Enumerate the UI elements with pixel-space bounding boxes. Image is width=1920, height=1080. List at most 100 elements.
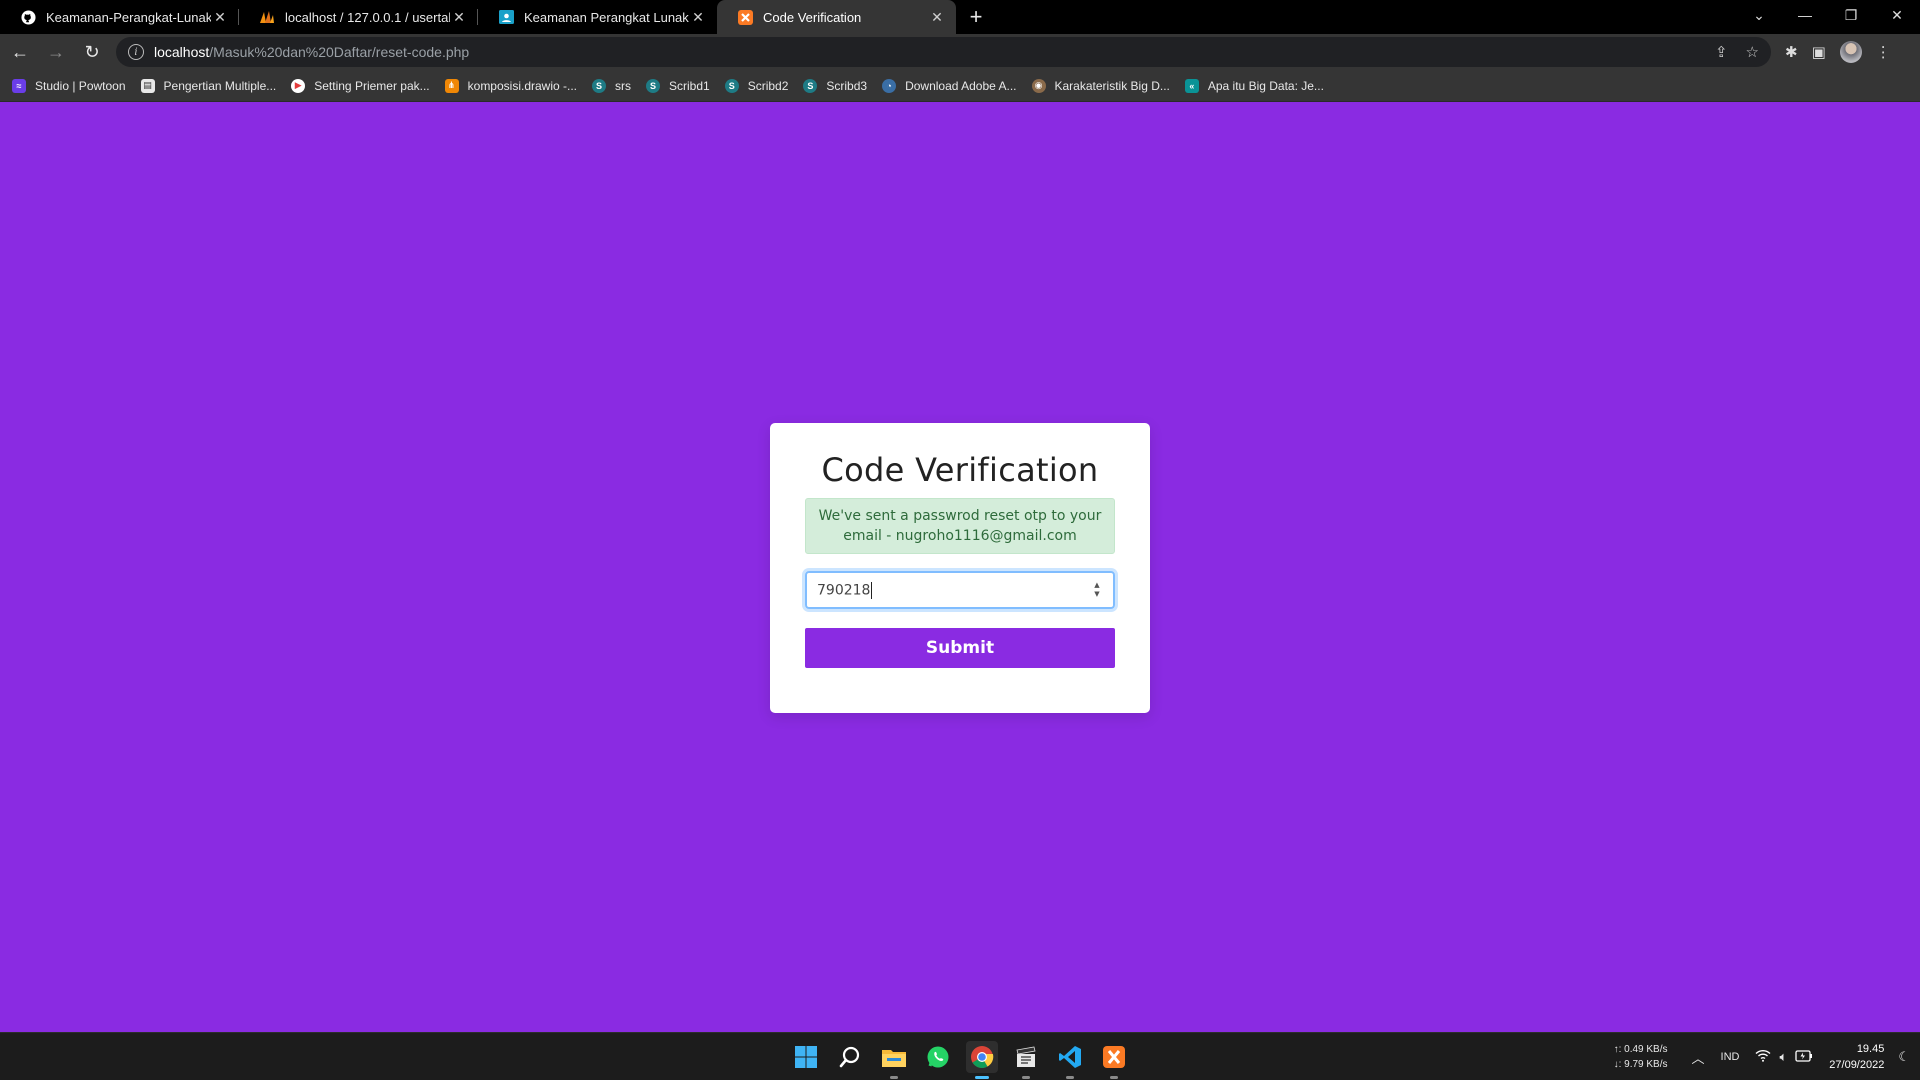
bookmark-label: Apa itu Big Data: Je... [1207, 78, 1324, 93]
clock[interactable]: 19.45 27/09/2022 [1829, 1041, 1884, 1073]
github-icon [20, 9, 36, 25]
scribd-icon: S [803, 78, 818, 93]
extensions-icon[interactable]: ✱ [1785, 43, 1798, 61]
share-icon[interactable]: ⇪ [1715, 43, 1728, 61]
number-spinner[interactable]: ▲ ▼ [1091, 579, 1103, 601]
bookmark-item[interactable]: Ssrs [592, 78, 632, 93]
bookmark-item[interactable]: S Scribd2 [724, 78, 789, 93]
bookmark-item[interactable]: ◔ Download Adobe A... [882, 78, 1017, 93]
bookmark-item[interactable]: ◉ Karakateristik Big D... [1031, 78, 1170, 93]
new-tab-button[interactable]: + [956, 0, 996, 34]
bookmark-item[interactable]: ▤ Pengertian Multiple... [140, 78, 277, 93]
windows-taskbar: ↑: 0.49 KB/s ↓: 9.79 KB/s ︿ IND 🔈︎ 19.45… [0, 1032, 1920, 1080]
classroom-icon [498, 9, 514, 25]
bookmark-label: Scribd3 [826, 78, 868, 93]
network-speed-meter: ↑: 0.49 KB/s ↓: 9.79 KB/s [1614, 1042, 1668, 1072]
bookmark-label: komposisi.drawio -... [467, 78, 578, 93]
bookmark-star-icon[interactable]: ☆ [1746, 43, 1759, 61]
clock-date: 27/09/2022 [1829, 1059, 1885, 1071]
page-title: Code Verification [821, 451, 1099, 489]
search-icon[interactable] [834, 1041, 866, 1073]
otp-code-value: 790218 [817, 582, 871, 598]
tab-title: Keamanan-Perangkat-Lunak/Tug [46, 9, 211, 25]
clock-time: 19.45 [1856, 1043, 1885, 1055]
bookmark-label: Setting Priemer pak... [314, 78, 430, 93]
back-icon[interactable]: ← [4, 36, 36, 68]
youtube-icon: ▶ [291, 78, 306, 93]
tab-classroom[interactable]: Keamanan Perangkat Lunak 2020 ✕ [478, 0, 717, 34]
language-indicator[interactable]: IND [1721, 1051, 1740, 1063]
tab-title: Keamanan Perangkat Lunak 2020 [524, 9, 689, 25]
forward-icon[interactable]: → [40, 36, 72, 68]
bookmark-label: srs [615, 78, 632, 93]
bookmarks-bar: ≈ Studio | Powtoon ▤ Pengertian Multiple..… [0, 70, 1920, 102]
bookmark-label: Pengertian Multiple... [163, 78, 277, 93]
restore-icon[interactable]: ❐ [1828, 0, 1874, 30]
tab-code-verification[interactable]: Code Verification ✕ [717, 0, 956, 34]
side-panel-icon[interactable]: ▣ [1812, 43, 1826, 61]
address-host: localhost [154, 44, 210, 60]
notification-moon-icon[interactable]: ☾ [1898, 1049, 1910, 1065]
bookmark-item[interactable]: S Scribd1 [646, 78, 710, 93]
wifi-icon[interactable] [1755, 1049, 1771, 1065]
minimize-icon[interactable]: — [1782, 0, 1828, 30]
page-icon: ▤ [140, 78, 155, 93]
tab-title: localhost / 127.0.0.1 / usertable | [285, 9, 450, 25]
battery-icon[interactable] [1795, 1049, 1813, 1065]
close-tab-icon[interactable]: ✕ [928, 9, 946, 26]
powtoon-icon: ≈ [12, 78, 26, 93]
site-info-icon[interactable]: i [128, 44, 144, 60]
xampp-icon[interactable] [1098, 1041, 1130, 1079]
phpmyadmin-icon [259, 9, 275, 25]
bookmark-label: Karakateristik Big D... [1054, 78, 1170, 93]
bookmark-item[interactable]: ⋔ komposisi.drawio -... [444, 78, 578, 93]
tab-search-icon[interactable]: ⌄ [1736, 0, 1782, 30]
bookmark-item[interactable]: « Apa itu Big Data: Je... [1184, 78, 1324, 93]
clapper-icon[interactable] [1010, 1041, 1042, 1079]
address-path: /Masuk%20dan%20Daftar/reset-code.php [209, 44, 470, 60]
spin-up-icon[interactable]: ▲ [1094, 581, 1099, 590]
volume-icon[interactable]: 🔈︎ [1779, 1049, 1787, 1065]
bookmark-item[interactable]: ▶ Setting Priemer pak... [291, 78, 430, 93]
bookmark-label: Scribd1 [669, 78, 710, 93]
scribd-icon: S [592, 78, 607, 93]
otp-sent-alert: We've sent a passwrod reset otp to your … [805, 498, 1115, 554]
close-tab-icon[interactable]: ✕ [450, 9, 468, 26]
tab-github[interactable]: Keamanan-Perangkat-Lunak/Tug ✕ [0, 0, 239, 34]
close-tab-icon[interactable]: ✕ [211, 9, 229, 26]
close-tab-icon[interactable]: ✕ [689, 9, 707, 26]
site-icon: « [1184, 78, 1199, 93]
close-window-icon[interactable]: ✕ [1874, 0, 1920, 30]
otp-code-input[interactable]: 790218 ▲ ▼ [805, 571, 1115, 609]
bookmark-item[interactable]: ≈ Studio | Powtoon [12, 78, 126, 93]
scribd-icon: S [724, 78, 739, 93]
scribd-icon: S [646, 78, 661, 93]
vscode-icon[interactable] [1054, 1041, 1086, 1079]
bookmark-label: Scribd2 [747, 78, 789, 93]
file-explorer-icon[interactable] [878, 1041, 910, 1079]
download-speed: ↓: 9.79 KB/s [1613, 1059, 1668, 1070]
windows-start-icon[interactable] [790, 1041, 822, 1073]
chevron-up-icon[interactable]: ︿ [1692, 1048, 1705, 1067]
submit-button[interactable]: Submit [805, 628, 1115, 668]
bookmark-label: Download Adobe A... [905, 78, 1017, 93]
whatsapp-icon[interactable] [922, 1041, 954, 1073]
xampp-icon [737, 9, 753, 25]
spin-down-icon[interactable]: ▼ [1094, 590, 1099, 599]
browser-tab-strip: Keamanan-Perangkat-Lunak/Tug ✕ localhost… [0, 0, 1920, 34]
code-verification-form: Code Verification We've sent a passwrod … [770, 423, 1150, 713]
system-tray: ↑: 0.49 KB/s ↓: 9.79 KB/s ︿ IND 🔈︎ 19.45… [1614, 1033, 1920, 1080]
tab-phpmyadmin[interactable]: localhost / 127.0.0.1 / usertable | ✕ [239, 0, 478, 34]
tab-title: Code Verification [763, 9, 862, 25]
address-bar[interactable]: i localhost /Masuk%20dan%20Daftar/reset-… [116, 37, 1771, 67]
adobe-icon: ◔ [882, 78, 897, 93]
drawio-icon: ⋔ [444, 78, 459, 93]
bookmark-item[interactable]: S Scribd3 [803, 78, 868, 93]
browser-toolbar: ← → ↻ i localhost /Masuk%20dan%20Daftar/… [0, 34, 1920, 70]
window-controls: ⌄ — ❐ ✕ [1736, 0, 1920, 34]
profile-avatar[interactable] [1839, 41, 1862, 63]
reload-icon[interactable]: ↻ [76, 36, 108, 68]
menu-icon[interactable]: ⋮ [1876, 43, 1891, 61]
upload-speed: ↑: 0.49 KB/s [1613, 1044, 1668, 1055]
chrome-icon[interactable] [966, 1041, 998, 1079]
